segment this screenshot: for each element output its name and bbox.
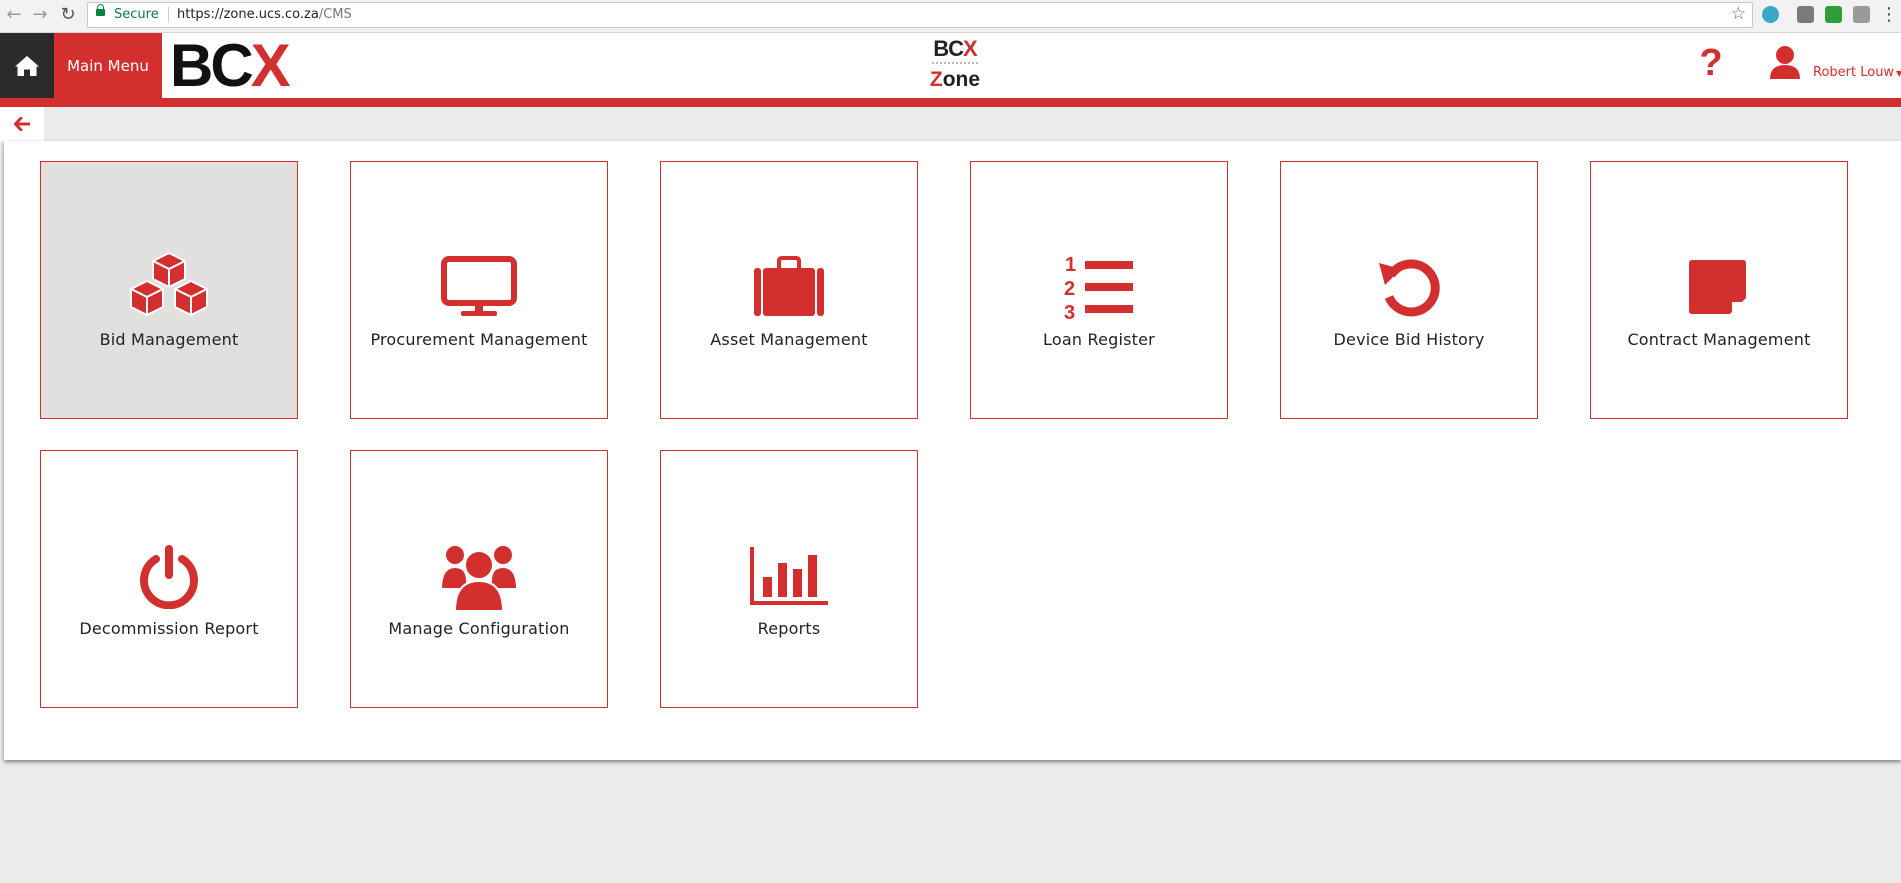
bookmark-star-icon[interactable]: ☆ xyxy=(1731,4,1746,24)
tile-label: Manage Configuration xyxy=(388,619,570,638)
bar-chart-icon xyxy=(661,543,917,609)
back-button[interactable] xyxy=(0,107,44,141)
tile-label: Reports xyxy=(757,619,821,638)
zone-logo-dots xyxy=(932,62,978,67)
sticky-note-icon xyxy=(1591,254,1847,320)
brand-logo-bc: BC xyxy=(170,32,254,99)
help-icon[interactable]: ? xyxy=(1696,41,1726,85)
tile-bid-management[interactable]: Bid Management xyxy=(40,161,298,419)
tile-procurement-management[interactable]: Procurement Management xyxy=(350,161,608,419)
tile-manage-configuration[interactable]: Manage Configuration xyxy=(350,450,608,708)
user-name-text: Robert Louw xyxy=(1813,65,1895,80)
tile-label: Decommission Report xyxy=(79,619,259,638)
address-bar[interactable]: Secure https://zone.ucs.co.za/CMS ☆ xyxy=(87,2,1753,28)
tile-decommission-report[interactable]: Decommission Report xyxy=(40,450,298,708)
zone-logo-z: Z xyxy=(929,68,943,91)
back-arrow-icon[interactable]: ← xyxy=(3,4,25,26)
arrow-left-icon xyxy=(14,117,30,131)
zone-logo-x: X xyxy=(963,36,978,61)
user-avatar-icon xyxy=(1770,46,1800,79)
tile-label: Asset Management xyxy=(710,330,868,349)
browser-menu-icon[interactable]: ⋮ xyxy=(1878,4,1900,26)
caret-down-icon: ▼ xyxy=(1896,69,1901,78)
history-icon xyxy=(1281,254,1537,320)
main-menu-button[interactable]: Main Menu xyxy=(54,33,162,98)
extension-cors-icon[interactable] xyxy=(1825,6,1842,23)
tile-reports[interactable]: Reports xyxy=(660,450,918,708)
header-accent-bar xyxy=(0,98,1901,107)
cubes-icon xyxy=(41,252,297,320)
numbered-list-icon: 1 2 3 xyxy=(971,254,1227,322)
monitor-icon xyxy=(351,254,607,320)
tile-contract-management[interactable]: Contract Management xyxy=(1590,161,1848,419)
url-host: https://zone.ucs.co.za xyxy=(177,7,319,22)
tile-label: Bid Management xyxy=(99,330,239,349)
app-header: Main Menu BC X BCX Zone ? Robert Louw ▼ xyxy=(0,32,1901,99)
tile-label: Contract Management xyxy=(1627,330,1811,349)
users-icon xyxy=(351,543,607,611)
tile-loan-register[interactable]: 1 2 3 Loan Register xyxy=(970,161,1228,419)
tile-device-bid-history[interactable]: Device Bid History xyxy=(1280,161,1538,419)
url-text: https://zone.ucs.co.za/CMS xyxy=(177,7,352,22)
zone-logo-bc: BC xyxy=(933,36,964,61)
tile-label: Device Bid History xyxy=(1333,330,1485,349)
zone-logo-one: one xyxy=(942,68,981,91)
url-path: /CMS xyxy=(318,7,352,22)
home-button[interactable] xyxy=(0,33,54,98)
power-icon xyxy=(41,543,297,609)
forward-arrow-icon[interactable]: → xyxy=(29,4,51,26)
svg-text:3: 3 xyxy=(1064,302,1075,322)
extension-window-icon[interactable] xyxy=(1853,6,1870,23)
sub-toolbar xyxy=(0,107,1901,141)
brand-logo: BC X xyxy=(170,32,291,99)
extension-globe-icon[interactable] xyxy=(1762,6,1779,23)
user-name: Robert Louw ▼ xyxy=(1813,65,1901,80)
browser-toolbar: ← → ↻ Secure https://zone.ucs.co.za/CMS … xyxy=(0,0,1901,33)
main-menu-panel: Bid Management Procurement Management As… xyxy=(4,141,1901,760)
svg-text:1: 1 xyxy=(1065,254,1076,276)
reload-icon[interactable]: ↻ xyxy=(57,4,79,26)
address-separator xyxy=(168,7,169,23)
svg-text:2: 2 xyxy=(1064,278,1075,300)
extension-gray-icon[interactable] xyxy=(1797,6,1814,23)
bcx-zone-logo: BCX Zone xyxy=(920,37,990,95)
home-icon xyxy=(15,55,39,76)
tile-asset-management[interactable]: Asset Management xyxy=(660,161,918,419)
tile-label: Loan Register xyxy=(1043,330,1155,349)
brand-logo-x: X xyxy=(250,32,291,99)
tile-label: Procurement Management xyxy=(370,330,588,349)
secure-label: Secure xyxy=(114,7,159,22)
briefcase-icon xyxy=(661,254,917,320)
lock-icon xyxy=(96,4,105,16)
